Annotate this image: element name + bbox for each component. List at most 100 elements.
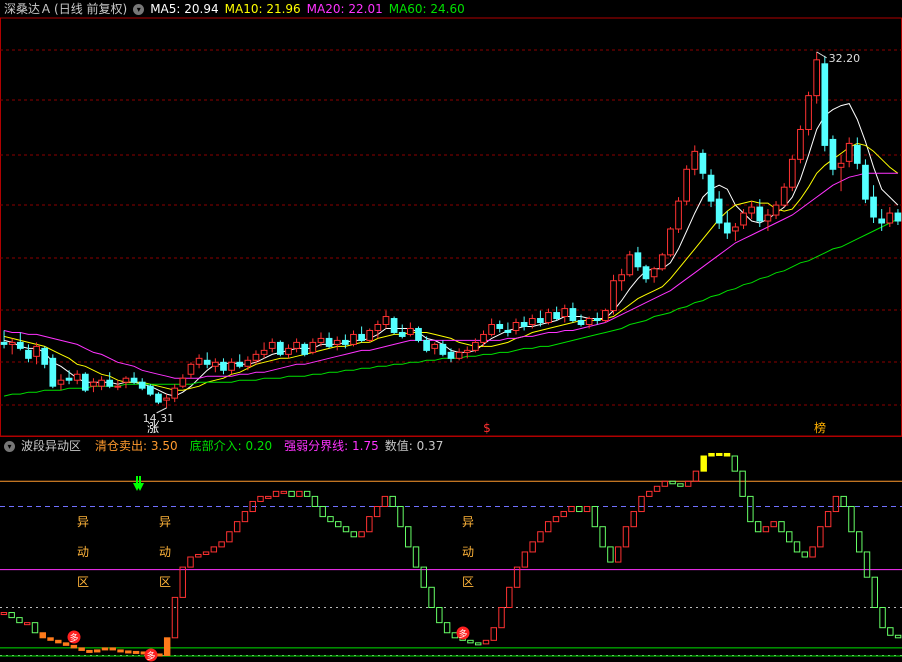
- candle-body: [480, 333, 487, 343]
- ma-line-ma60: [3, 218, 899, 397]
- candle-body: [537, 318, 544, 324]
- indicator-bar: [856, 531, 863, 553]
- candle-body: [146, 385, 154, 395]
- indicator-bar: [630, 511, 637, 528]
- indicator-bar: [677, 483, 684, 487]
- indicator-bar: [311, 495, 319, 507]
- indicator-bar: [568, 506, 575, 513]
- indicator-bar: [70, 644, 78, 649]
- candle-body: [220, 361, 227, 371]
- indicator-bar: [389, 495, 396, 507]
- indicator-bar: [0, 612, 8, 616]
- indicator-bar: [506, 586, 513, 608]
- candle-body: [73, 373, 81, 381]
- indicator-bar: [163, 637, 171, 656]
- buy-badge-text: 多: [458, 628, 467, 640]
- candle-body: [325, 337, 333, 347]
- chevron-down-icon[interactable]: ▾: [133, 4, 145, 15]
- candle-body: [683, 168, 691, 202]
- indicator-bar: [684, 480, 692, 487]
- marker-2: 榜: [814, 420, 826, 435]
- indicator-bar: [366, 516, 373, 533]
- indicator-bar: [55, 639, 62, 644]
- indicator-bar: [16, 617, 23, 624]
- indicator-bar: [700, 455, 707, 472]
- candle-body: [244, 359, 252, 367]
- ma10-label: MA10: 21.96: [224, 2, 301, 16]
- candle-body: [138, 381, 146, 389]
- candle-body: [675, 200, 682, 230]
- indicator-bar: [420, 566, 428, 588]
- candle-body: [16, 341, 24, 349]
- candle-body: [114, 385, 122, 388]
- candle-body: [610, 280, 617, 312]
- indicator-bar: [210, 546, 218, 553]
- indicator-bar: [708, 452, 715, 457]
- candle-body: [626, 254, 634, 276]
- candle-body: [813, 59, 821, 97]
- indicator-bar: [265, 495, 272, 499]
- candle-body: [658, 254, 666, 270]
- candle-body: [780, 186, 788, 206]
- indicator-bar: [428, 586, 435, 608]
- indicator-bar: [303, 490, 311, 497]
- indicator-bar: [156, 653, 163, 657]
- indicator-bar: [576, 506, 583, 513]
- candle-body: [463, 349, 471, 353]
- candle-body: [106, 379, 114, 387]
- buy-badge-text: 多: [69, 632, 78, 644]
- candle-body: [211, 361, 219, 367]
- candle-body: [894, 212, 902, 222]
- indicator-bar: [848, 506, 855, 533]
- candle-body: [488, 324, 495, 335]
- indicator-bar: [405, 526, 412, 548]
- main-panel-header: 深桑达Ａ (日线 前复权) ▾ MA5: 20.94 MA10: 21.96 MA20: …: [4, 0, 471, 18]
- candle-body: [707, 174, 715, 202]
- candle-body: [317, 337, 325, 343]
- candle-body: [512, 322, 520, 331]
- indicator-bar: [786, 531, 793, 543]
- stock-chart-window: 32.20 14.31 涨 $ 榜异动区异动区异动区多多多 深桑达Ａ (日线 前复权) ▾ M…: [0, 0, 902, 662]
- indicator-bar: [373, 506, 381, 518]
- candle-body: [0, 341, 8, 345]
- indicator-bar: [86, 649, 93, 653]
- indicator-bar: [31, 622, 39, 634]
- indicator-bar: [288, 490, 295, 497]
- candle-body: [837, 162, 845, 168]
- indicator-bar: [591, 506, 599, 528]
- candle-body: [277, 341, 284, 355]
- main-panel-frame: [0, 17, 902, 437]
- indicator-bar: [731, 455, 739, 472]
- indicator-bar: [552, 516, 560, 523]
- candle-body: [740, 212, 747, 226]
- zone-char: 异: [77, 515, 89, 529]
- candle-body: [845, 142, 853, 162]
- period-label: (日线 前复权): [54, 2, 128, 16]
- indicator-bar: [474, 642, 482, 646]
- candle-body: [33, 345, 40, 357]
- indicator-bar: [793, 541, 801, 553]
- chevron-down-icon[interactable]: ▾: [4, 441, 15, 452]
- indicator-bar: [187, 556, 194, 568]
- indicator-bar: [544, 521, 552, 533]
- indicator-bar: [132, 650, 140, 654]
- candle-body: [342, 339, 349, 345]
- indicator-bar: [319, 506, 326, 518]
- candle-body: [390, 318, 398, 333]
- indicator-bar: [490, 627, 497, 641]
- candle-body: [358, 333, 365, 341]
- candle-body: [41, 347, 49, 365]
- candle-body: [431, 343, 439, 349]
- indicator-bar: [397, 506, 404, 528]
- value-label: 数值: 0.37: [384, 439, 444, 453]
- candlestick-chart[interactable]: 32.2014.31涨 $ 榜异动区异动区异动区多多多: [0, 0, 902, 662]
- candle-body: [195, 357, 203, 365]
- buy-line-label: 底部介入: 0.20: [189, 439, 273, 453]
- indicator-bar: [778, 521, 785, 533]
- marker-0: 涨: [147, 420, 159, 435]
- candle-body: [634, 252, 642, 268]
- indicator-bar: [202, 551, 210, 555]
- candle-body: [415, 327, 422, 341]
- indicator-bar: [327, 516, 334, 523]
- candle-body: [398, 331, 406, 337]
